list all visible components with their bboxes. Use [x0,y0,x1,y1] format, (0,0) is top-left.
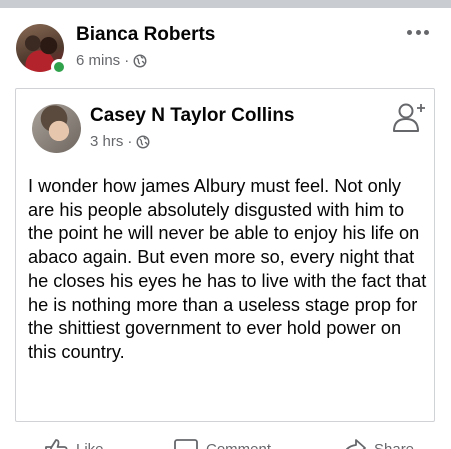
meta-separator: · [124,52,130,69]
shared-post-timestamp[interactable]: 3 hrs [90,133,123,150]
shared-post-text: I wonder how james Albury must feel. Not… [28,176,427,362]
online-status-indicator [51,59,67,75]
author-name[interactable]: Bianca Roberts [76,24,215,46]
globe-icon [136,135,150,148]
share-label: Share [374,440,415,449]
shared-meta-separator: · [127,133,133,150]
more-options-icon[interactable] [404,22,432,42]
like-label: Like [76,440,104,449]
shared-post-card[interactable]: Casey N Taylor Collins 3 hrs · I wonder … [15,88,435,422]
thumbs-up-icon [45,439,68,449]
comment-label: Comment [206,440,272,449]
like-button[interactable]: Like [44,438,104,449]
post-meta: 6 mins · [76,52,147,69]
post-timestamp[interactable]: 6 mins [76,52,120,69]
shared-author-avatar[interactable] [32,104,81,153]
comment-button[interactable]: Comment [174,438,271,449]
author-avatar[interactable] [16,24,67,75]
share-icon [345,439,366,449]
shared-author-name[interactable]: Casey N Taylor Collins [90,105,295,127]
shared-post-meta: 3 hrs · [90,133,150,150]
post-action-bar: Like Comment Share [0,436,451,449]
share-button[interactable]: Share [342,438,414,449]
globe-icon [133,54,147,67]
top-divider [0,0,451,8]
comment-icon [174,439,198,449]
add-friend-icon[interactable] [392,101,426,133]
